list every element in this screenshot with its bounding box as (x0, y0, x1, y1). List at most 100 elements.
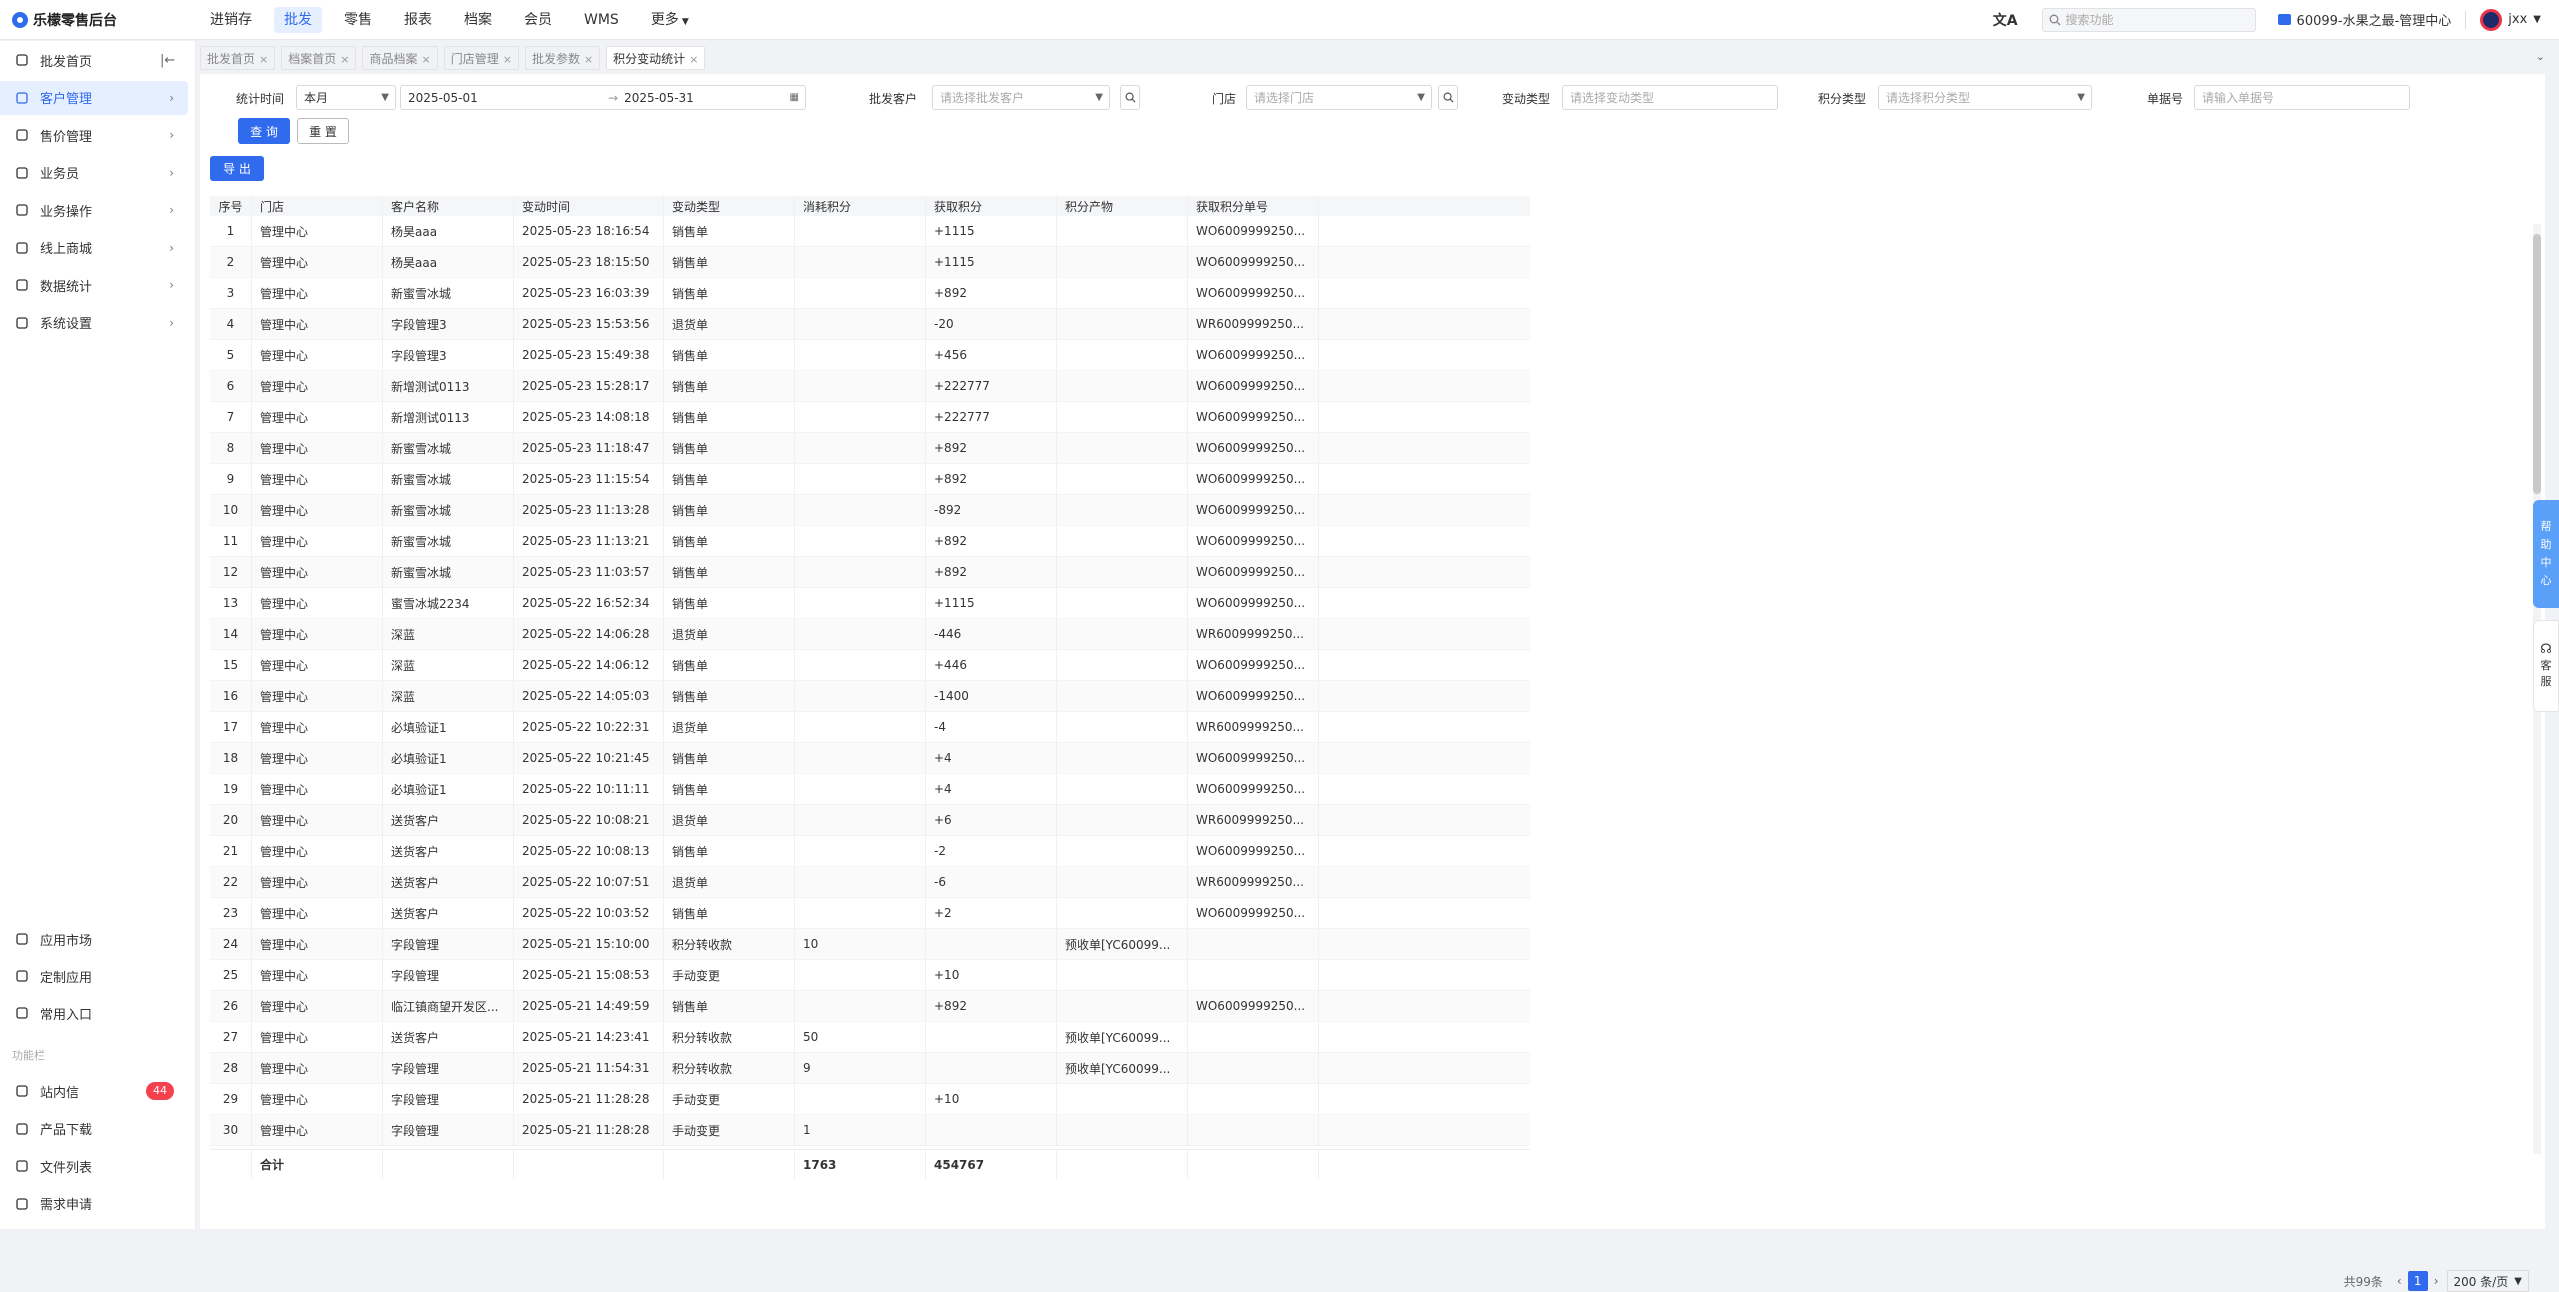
column-header[interactable]: 变动时间 (514, 196, 664, 216)
reset-button[interactable]: 重 置 (297, 118, 349, 144)
column-header[interactable]: 变动类型 (664, 196, 795, 216)
date-range-picker[interactable]: 2025-05-01 → 2025-05-31 ▦ (400, 85, 806, 110)
customer-search-button[interactable] (1120, 85, 1140, 110)
customer-select[interactable]: 请选择批发客户 ▼ (932, 85, 1110, 110)
period-select[interactable]: 本月 ▼ (296, 85, 396, 110)
change-type-select[interactable]: 请选择变动类型 (1562, 85, 1778, 110)
customer-service-widget[interactable]: ☊ 客服 (2533, 620, 2559, 712)
sidebar-item[interactable]: 定制应用 (0, 959, 188, 993)
column-header[interactable]: 序号 (210, 196, 252, 216)
topnav-item[interactable]: 进销存 (200, 7, 262, 33)
table-row[interactable]: 11 管理中心 新蜜雪冰城 2025-05-23 11:13:21 销售单 +892 WO6… (210, 526, 1530, 557)
topnav-item[interactable]: WMS (574, 7, 629, 33)
sidebar-item[interactable]: 客户管理 › (0, 80, 188, 115)
column-header[interactable]: 积分产物 (1057, 196, 1188, 216)
scrollbar-thumb[interactable] (2533, 234, 2541, 494)
help-center-widget[interactable]: 帮助中心 (2533, 500, 2559, 608)
tab[interactable]: 批发首页 × (200, 46, 276, 70)
close-icon[interactable]: × (584, 53, 593, 66)
table-row[interactable]: 29 管理中心 字段管理 2025-05-21 11:28:28 手动变更 +10 (210, 1084, 1530, 1115)
table-row[interactable]: 13 管理中心 蜜雪冰城2234 2025-05-22 16:52:34 销售单 +111… (210, 588, 1530, 619)
table-row[interactable]: 18 管理中心 必填验证1 2025-05-22 10:21:45 销售单 +4 WO600… (210, 743, 1530, 774)
sidebar-item[interactable]: 常用入口 (0, 996, 188, 1030)
column-header[interactable]: 获取积分单号 (1188, 196, 1319, 216)
tab[interactable]: 积分变动统计 × (606, 46, 706, 70)
translate-icon[interactable]: 文A (1993, 10, 2018, 30)
page-size-select[interactable]: 200 条/页 ▼ (2446, 1270, 2529, 1292)
table-row[interactable]: 10 管理中心 新蜜雪冰城 2025-05-23 11:13:28 销售单 -892 WO6… (210, 495, 1530, 526)
table-row[interactable]: 27 管理中心 送货客户 2025-05-21 14:23:41 积分转收款 50 预收单[… (210, 1022, 1530, 1053)
column-header[interactable]: 门店 (252, 196, 383, 216)
topnav-item[interactable]: 批发 (274, 6, 322, 33)
column-header[interactable]: 客户名称 (383, 196, 514, 216)
table-row[interactable]: 16 管理中心 深蓝 2025-05-22 14:05:03 销售单 -1400 WO600… (210, 681, 1530, 712)
topnav-item[interactable]: 报表 (394, 7, 442, 33)
table-row[interactable]: 22 管理中心 送货客户 2025-05-22 10:07:51 退货单 -6 WR6009… (210, 867, 1530, 898)
table-row[interactable]: 7 管理中心 新增测试0113 2025-05-23 14:08:18 销售单 +2227… (210, 402, 1530, 433)
table-row[interactable]: 3 管理中心 新蜜雪冰城 2025-05-23 16:03:39 销售单 +892 WO60… (210, 278, 1530, 309)
table-row[interactable]: 6 管理中心 新增测试0113 2025-05-23 15:28:17 销售单 +2227… (210, 371, 1530, 402)
table-row[interactable]: 9 管理中心 新蜜雪冰城 2025-05-23 11:15:54 销售单 +892 WO60… (210, 464, 1530, 495)
store-select[interactable]: 请选择门店 ▼ (1246, 85, 1432, 110)
export-button[interactable]: 导 出 (210, 156, 264, 181)
column-header[interactable]: 获取积分 (926, 196, 1057, 216)
table-row[interactable]: 14 管理中心 深蓝 2025-05-22 14:06:28 退货单 -446 WR6009… (210, 619, 1530, 650)
close-icon[interactable]: × (340, 53, 349, 66)
tabs-dropdown-icon[interactable]: ⌄ (2536, 50, 2545, 63)
close-icon[interactable]: × (259, 53, 268, 66)
app-logo[interactable]: 乐檬零售后台 (0, 10, 200, 30)
close-icon[interactable]: × (503, 53, 512, 66)
query-button[interactable]: 查 询 (238, 118, 290, 144)
topnav-item[interactable]: 档案 (454, 7, 502, 33)
topnav-item[interactable]: 零售 (334, 7, 382, 33)
column-header[interactable]: 消耗积分 (795, 196, 926, 216)
points-type-select[interactable]: 请选择积分类型 ▼ (1878, 85, 2092, 110)
tab[interactable]: 门店管理 × (443, 46, 519, 70)
table-row[interactable]: 20 管理中心 送货客户 2025-05-22 10:08:21 退货单 +6 WR6009… (210, 805, 1530, 836)
table-cell: 销售单 (664, 340, 795, 370)
table-row[interactable]: 25 管理中心 字段管理 2025-05-21 15:08:53 手动变更 +10 (210, 960, 1530, 991)
sidebar-item[interactable]: 文件列表 (0, 1149, 188, 1183)
global-search-input[interactable]: 搜索功能 (2041, 7, 2256, 32)
sidebar-item[interactable]: 业务操作 › (0, 193, 188, 227)
table-row[interactable]: 2 管理中心 杨昊aaa 2025-05-23 18:15:50 销售单 +1115 WO6… (210, 247, 1530, 278)
sidebar-item[interactable]: 业务员 › (0, 156, 188, 190)
close-icon[interactable]: × (421, 53, 430, 66)
table-row[interactable]: 4 管理中心 字段管理3 2025-05-23 15:53:56 退货单 -20 WR600… (210, 309, 1530, 340)
sidebar-item[interactable]: 需求申请 (0, 1187, 188, 1221)
sidebar-item[interactable]: 线上商城 › (0, 231, 188, 265)
collapse-sidebar-icon[interactable]: |← (160, 53, 175, 68)
topnav-item[interactable]: 会员 (514, 7, 562, 33)
table-row[interactable]: 15 管理中心 深蓝 2025-05-22 14:06:12 销售单 +446 WO6009… (210, 650, 1530, 681)
sidebar-item[interactable]: 售价管理 › (0, 118, 188, 152)
page-1-button[interactable]: 1 (2407, 1271, 2428, 1291)
table-row[interactable]: 21 管理中心 送货客户 2025-05-22 10:08:13 销售单 -2 WO6009… (210, 836, 1530, 867)
store-selector[interactable]: 60099-水果之最-管理中心 (2277, 10, 2451, 29)
tab[interactable]: 商品档案 × (362, 46, 438, 70)
table-row[interactable]: 5 管理中心 字段管理3 2025-05-23 15:49:38 销售单 +456 WO60… (210, 340, 1530, 371)
user-menu[interactable]: jxx ▼ (2480, 8, 2541, 31)
sidebar-item[interactable]: 数据统计 › (0, 268, 188, 302)
sidebar-item[interactable]: 产品下载 (0, 1112, 188, 1146)
topnav-item[interactable]: 更多 ▼ (641, 7, 699, 33)
table-row[interactable]: 19 管理中心 必填验证1 2025-05-22 10:11:11 销售单 +4 WO600… (210, 774, 1530, 805)
sidebar-item[interactable]: 应用市场 (0, 922, 188, 956)
table-row[interactable]: 17 管理中心 必填验证1 2025-05-22 10:22:31 退货单 -4 WR600… (210, 712, 1530, 743)
sidebar-item[interactable]: 站内信 44 (0, 1074, 188, 1108)
prev-page-icon[interactable]: ‹ (2397, 1274, 2402, 1288)
order-no-input[interactable]: 请输入单据号 (2194, 85, 2410, 110)
tab[interactable]: 批发参数 × (524, 46, 601, 70)
sidebar-item[interactable]: 系统设置 › (0, 306, 188, 340)
table-row[interactable]: 28 管理中心 字段管理 2025-05-21 11:54:31 积分转收款 9 预收单[Y… (210, 1053, 1530, 1084)
next-page-icon[interactable]: › (2434, 1274, 2439, 1288)
table-row[interactable]: 1 管理中心 杨昊aaa 2025-05-23 18:16:54 销售单 +1115 WO6… (210, 216, 1530, 247)
table-row[interactable]: 8 管理中心 新蜜雪冰城 2025-05-23 11:18:47 销售单 +892 WO60… (210, 433, 1530, 464)
table-row[interactable]: 30 管理中心 字段管理 2025-05-21 11:28:28 手动变更 1 (210, 1115, 1530, 1146)
close-icon[interactable]: × (689, 53, 698, 66)
table-row[interactable]: 12 管理中心 新蜜雪冰城 2025-05-23 11:03:57 销售单 +892 WO6… (210, 557, 1530, 588)
table-row[interactable]: 26 管理中心 临江镇商望开发区... 2025-05-21 14:49:59 销售单 +… (210, 991, 1530, 1022)
table-row[interactable]: 24 管理中心 字段管理 2025-05-21 15:10:00 积分转收款 10 预收单[… (210, 929, 1530, 960)
store-search-button[interactable] (1438, 85, 1458, 110)
tab[interactable]: 档案首页 × (281, 46, 357, 70)
table-row[interactable]: 23 管理中心 送货客户 2025-05-22 10:03:52 销售单 +2 WO6009… (210, 898, 1530, 929)
